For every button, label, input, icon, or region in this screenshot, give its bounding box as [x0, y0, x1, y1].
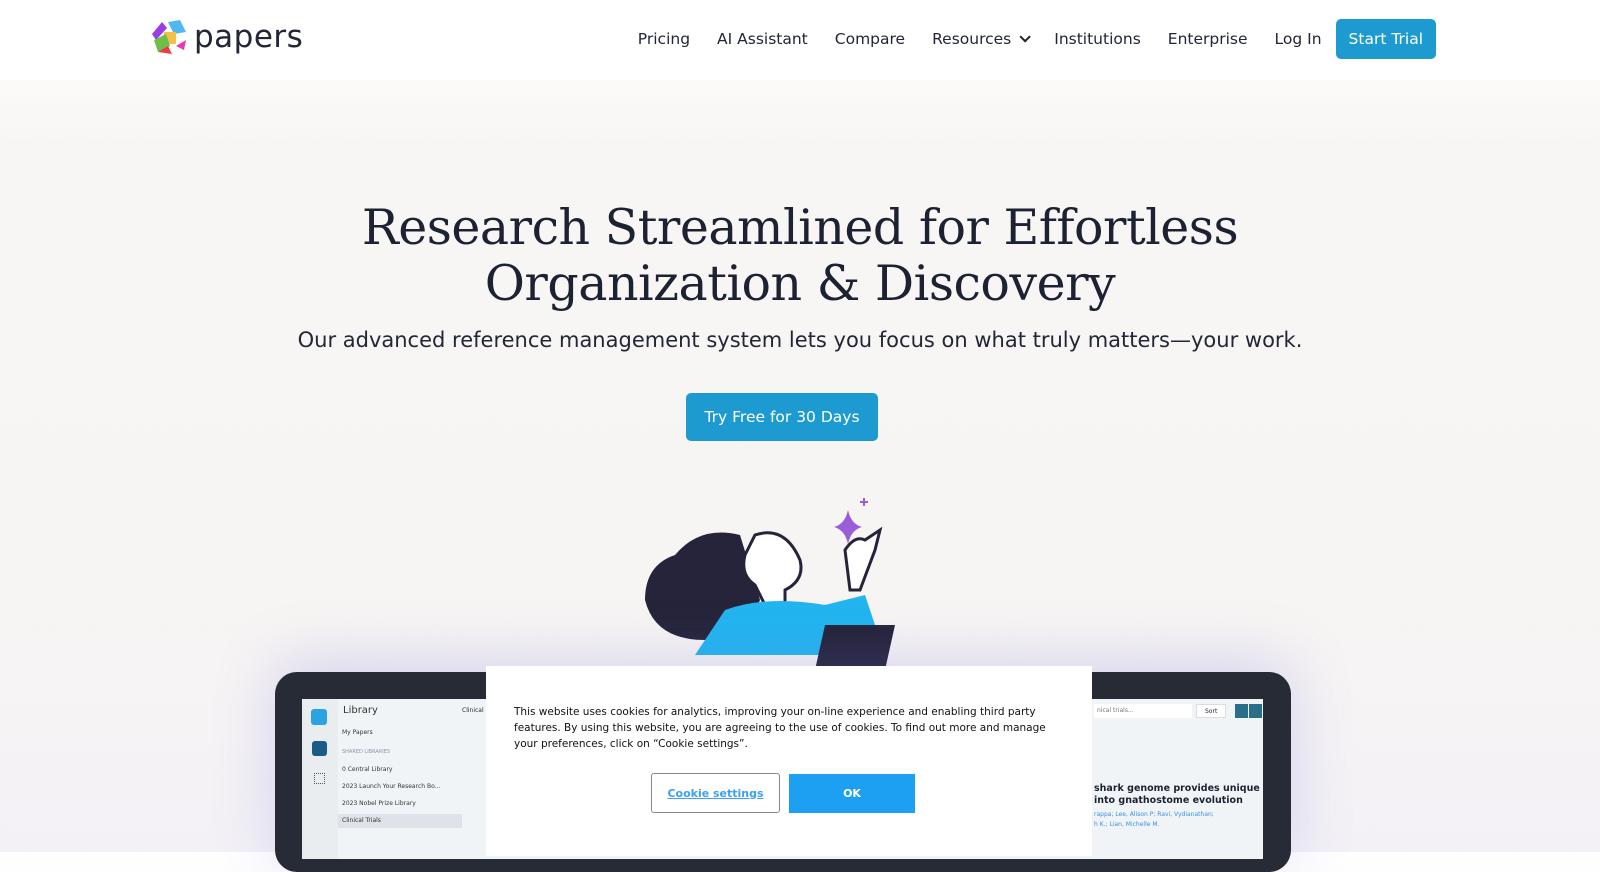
library-icon — [311, 709, 327, 725]
library-title: Library — [343, 705, 378, 716]
hero-subtitle: Our advanced reference management system… — [297, 328, 1303, 352]
authors-line2[interactable]: h K.; Lian, Michelle M. — [1094, 821, 1159, 828]
add-button[interactable] — [1249, 704, 1262, 718]
brand-name: papers — [194, 19, 304, 55]
paper-title: shark genome provides unique into gnathos… — [1094, 783, 1260, 807]
hero-illustration — [645, 498, 895, 670]
apps-icon — [314, 773, 325, 784]
hero-title-line1: Research Streamlined for Effortless — [361, 199, 1239, 256]
grid-view-button[interactable] — [1235, 704, 1248, 718]
library-item[interactable]: 2023 Launch Your Research Bo... — [342, 783, 440, 790]
start-trial-button[interactable]: Start Trial — [1335, 19, 1436, 59]
try-free-button[interactable]: Try Free for 30 Days — [686, 393, 878, 441]
nav-resources[interactable]: Resources — [932, 30, 1032, 48]
nav-enterprise[interactable]: Enterprise — [1168, 30, 1248, 48]
library-item[interactable]: 2023 Nobel Prize Library — [342, 800, 416, 807]
nav-compare[interactable]: Compare — [835, 30, 905, 48]
app-sidebar-rail — [302, 699, 338, 859]
hero-title-line2: Organization & Discovery — [484, 255, 1116, 312]
nav-login[interactable]: Log In — [1275, 30, 1322, 48]
paper-title-line1: shark genome provides unique — [1094, 783, 1260, 794]
search-icon — [312, 741, 327, 756]
papers-logo-icon — [152, 20, 186, 54]
paper-title-line2: into gnathostome evolution — [1094, 795, 1243, 806]
search-input[interactable]: nical trials... — [1094, 704, 1192, 718]
nav-institutions[interactable]: Institutions — [1054, 30, 1141, 48]
chevron-down-icon — [1019, 31, 1032, 43]
library-panel: Library My Papers SHARED LIBRARIES 0 Cen… — [338, 699, 462, 859]
sort-button[interactable]: Sort — [1196, 704, 1226, 718]
top-nav: papers Pricing AI Assistant Compare Reso… — [0, 0, 1600, 80]
paper-detail-panel: nical trials... Sort shark genome provid… — [1094, 699, 1263, 859]
hero-title: Research Streamlined for Effortless Organ… — [0, 200, 1600, 312]
library-item-selected[interactable]: Clinical Trials — [338, 814, 462, 828]
cookie-banner: This website uses cookies for analytics,… — [486, 666, 1092, 856]
cookie-settings-button[interactable]: Cookie settings — [651, 773, 780, 813]
cookie-text: This website uses cookies for analytics,… — [514, 706, 1046, 750]
logo[interactable]: papers — [150, 18, 303, 56]
shared-libraries-header: SHARED LIBRARIES — [342, 749, 391, 755]
authors-line1[interactable]: rappa; Lee, Alison P; Ravi, Vydianathan; — [1094, 811, 1214, 818]
nav-pricing[interactable]: Pricing — [638, 30, 690, 48]
nav-resources-label: Resources — [932, 30, 1012, 48]
cookie-ok-button[interactable]: OK — [789, 774, 915, 813]
column-header: Clinical — [462, 707, 484, 714]
library-item[interactable]: My Papers — [342, 729, 373, 736]
library-item[interactable]: 0 Central Library — [342, 766, 392, 773]
nav-ai-assistant[interactable]: AI Assistant — [717, 30, 808, 48]
paper-authors: rappa; Lee, Alison P; Ravi, Vydianathan;… — [1094, 810, 1214, 830]
